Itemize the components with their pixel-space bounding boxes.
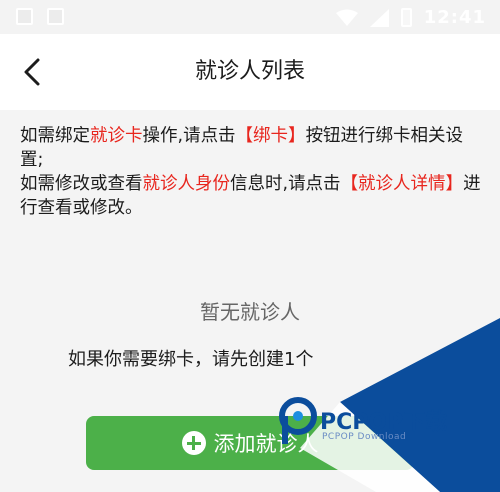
app-notification-icon (47, 8, 64, 25)
instr-highlight-bind: 【绑卡】 (235, 126, 306, 146)
watermark-logo-icon (279, 397, 317, 444)
instr-highlight-identity: 就诊人身份 (142, 174, 231, 194)
instr-text: 操作,请点击 (142, 126, 236, 146)
plus-circle-icon (181, 431, 206, 455)
page-title: 就诊人列表 (194, 59, 305, 84)
instr-text: 信息时,请点击 (230, 174, 341, 194)
status-time: 12:41 (423, 7, 486, 28)
app-header: 就诊人列表 (0, 34, 500, 110)
status-bar: 12:41 (0, 0, 500, 34)
instructions-text: 如需绑定就诊卡操作,请点击【绑卡】按钮进行绑卡相关设置; 如需修改或查看就诊人身… (20, 124, 482, 220)
instr-text: 如需修改或查看 (20, 174, 143, 194)
notification-icon (16, 8, 33, 25)
status-right-icons: 12:41 (335, 7, 486, 28)
watermark-subtitle: PCPOP Download (322, 432, 407, 442)
signal-icon (369, 8, 389, 27)
wifi-icon (335, 9, 358, 26)
instr-text: 如需绑定 (20, 126, 90, 146)
empty-state-hint: 如果你需要绑卡，请先创建1个 (68, 349, 314, 370)
instr-highlight-detail: 【就诊人详情】 (340, 174, 464, 194)
status-left-icons (16, 8, 64, 25)
battery-icon (400, 8, 412, 27)
instr-highlight-card: 就诊卡 (90, 126, 143, 146)
empty-state-title: 暂无就诊人 (200, 300, 300, 324)
